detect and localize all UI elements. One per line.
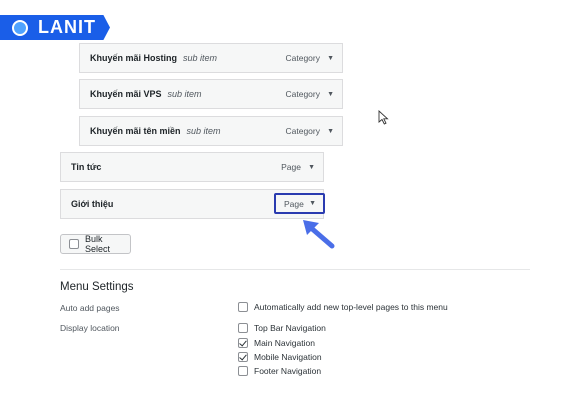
main-navigation-checkbox[interactable] (238, 338, 248, 348)
menu-item-khuyen-mai-ten-mien[interactable]: Khuyến mãi tên miền sub item Category ▼ (79, 116, 343, 146)
menu-item-title: Khuyến mãi VPS (90, 89, 162, 99)
auto-add-pages-option-label: Automatically add new top-level pages to… (254, 302, 448, 312)
location-option-label: Footer Navigation (254, 366, 322, 376)
menu-item-type: Category (285, 53, 321, 63)
menu-settings-heading: Menu Settings (60, 281, 134, 293)
expand-arrow-icon: ▼ (309, 200, 316, 207)
sub-item-label: sub item (186, 126, 221, 136)
footer-navigation-checkbox[interactable] (238, 366, 248, 376)
brand-logo: LANIT (0, 15, 110, 40)
menu-item-tin-tuc[interactable]: Tin tức Page ▼ (60, 152, 324, 182)
menu-item-type: Category (285, 126, 321, 136)
location-option-label: Top Bar Navigation (254, 323, 326, 333)
bulk-select-label: Bulk Select (85, 234, 111, 254)
location-option-main[interactable]: Main Navigation (238, 338, 315, 348)
menu-item-title: Tin tức (71, 162, 102, 172)
section-divider (60, 269, 530, 270)
sub-item-label: sub item (183, 53, 218, 63)
expand-arrow-icon[interactable]: ▼ (327, 44, 334, 72)
display-location-label: Display location (60, 323, 120, 333)
mouse-cursor-icon (378, 110, 389, 125)
location-option-label: Mobile Navigation (254, 352, 322, 362)
menu-item-title: Giới thiệu (71, 199, 114, 209)
location-option-footer[interactable]: Footer Navigation (238, 366, 321, 376)
menu-item-khuyen-mai-hosting[interactable]: Khuyến mãi Hosting sub item Category ▼ (79, 43, 343, 73)
gioi-thieu-expand-toggle[interactable]: Page ▼ (274, 193, 325, 214)
sub-item-label: sub item (167, 89, 202, 99)
location-option-label: Main Navigation (254, 338, 315, 348)
location-option-top-bar[interactable]: Top Bar Navigation (238, 323, 326, 333)
menu-item-type: Page (281, 162, 301, 172)
annotation-pointer-arrow-icon (303, 220, 335, 249)
auto-add-pages-label: Auto add pages (60, 303, 120, 313)
expand-arrow-icon[interactable]: ▼ (327, 117, 334, 145)
logo-globe-icon (12, 20, 28, 36)
expand-arrow-icon[interactable]: ▼ (327, 80, 334, 108)
bulk-select-checkbox[interactable] (69, 239, 79, 249)
auto-add-pages-checkbox[interactable] (238, 302, 248, 312)
mobile-navigation-checkbox[interactable] (238, 352, 248, 362)
logo-text: LANIT (38, 17, 96, 37)
menu-item-type: Category (285, 89, 321, 99)
location-option-mobile[interactable]: Mobile Navigation (238, 352, 322, 362)
expand-arrow-icon[interactable]: ▼ (308, 153, 315, 181)
menu-item-title: Khuyến mãi Hosting (90, 53, 178, 63)
menu-item-title: Khuyến mãi tên miền (90, 126, 181, 136)
menu-item-khuyen-mai-vps[interactable]: Khuyến mãi VPS sub item Category ▼ (79, 79, 343, 109)
bulk-select-button[interactable]: Bulk Select (60, 234, 131, 254)
menu-item-type: Page (284, 198, 304, 209)
top-bar-navigation-checkbox[interactable] (238, 323, 248, 333)
auto-add-pages-option[interactable]: Automatically add new top-level pages to… (238, 302, 448, 312)
